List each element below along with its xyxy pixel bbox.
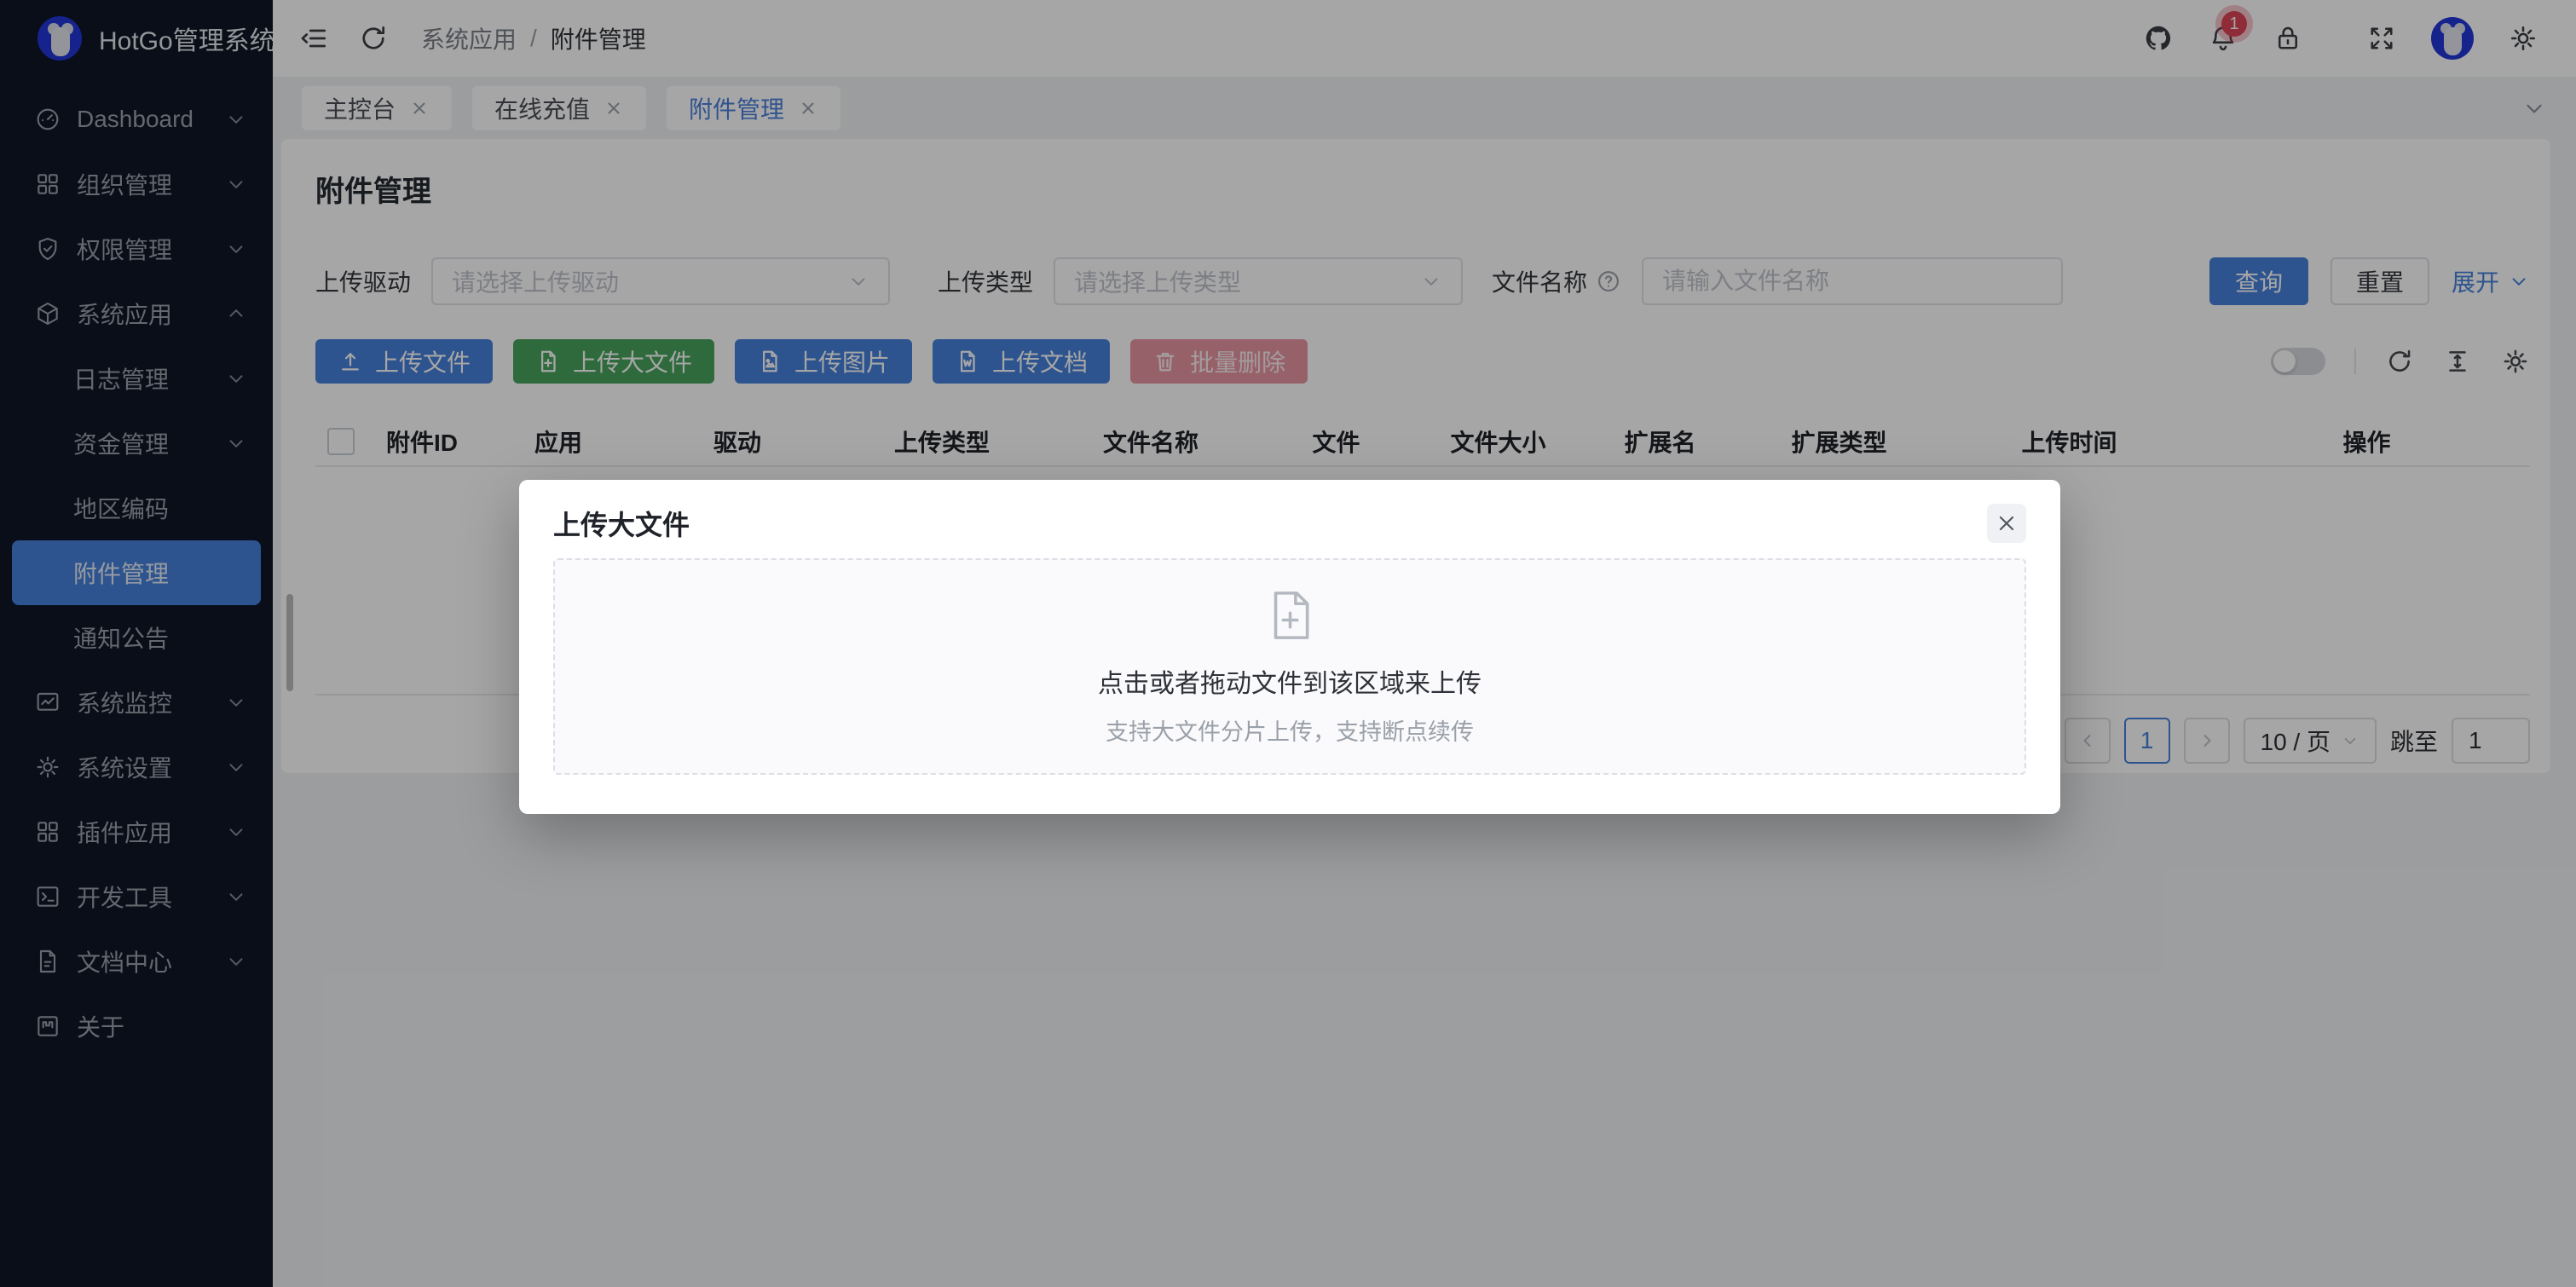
modal-close-button[interactable] — [1987, 504, 2026, 543]
app-root: HotGo管理系统 Dashboard 组织管理 权限管理 系统应用 — [0, 0, 2576, 1287]
dropzone-hint: 支持大文件分片上传，支持断点续传 — [1106, 713, 1474, 747]
close-icon — [1996, 512, 2018, 534]
modal-title: 上传大文件 — [553, 504, 690, 543]
file-plus-icon — [1262, 587, 1318, 644]
modal-header: 上传大文件 — [553, 504, 2026, 543]
upload-big-file-modal: 上传大文件 点击或者拖动文件到该区域来上传 支持大文件分片上传，支持断点续传 — [519, 480, 2060, 814]
dropzone-text: 点击或者拖动文件到该区域来上传 — [1098, 662, 1481, 700]
upload-dropzone[interactable]: 点击或者拖动文件到该区域来上传 支持大文件分片上传，支持断点续传 — [553, 558, 2026, 775]
